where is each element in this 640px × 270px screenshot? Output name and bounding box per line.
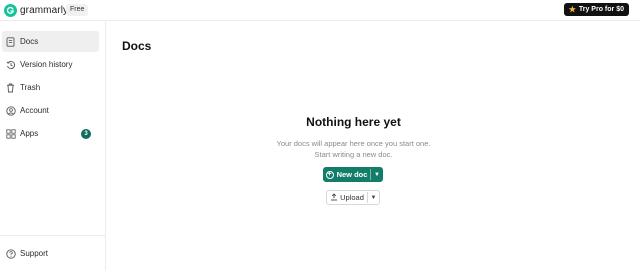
sidebar-item-support[interactable]: Support (2, 243, 99, 264)
document-icon (5, 36, 16, 47)
chevron-down-icon: ▼ (370, 194, 377, 201)
new-doc-button-group: + New doc ▼ (323, 167, 383, 182)
grammarly-logo-icon[interactable] (4, 4, 17, 17)
chevron-down-icon: ▼ (374, 171, 380, 178)
sidebar-item-label: Version history (20, 60, 73, 69)
top-bar: grammarly Free ★ Try Pro for $0 (0, 0, 640, 21)
sidebar-item-docs[interactable]: Docs (2, 31, 99, 52)
sidebar-item-trash[interactable]: Trash (2, 77, 99, 98)
sidebar-item-account[interactable]: Account (2, 100, 99, 121)
upload-button[interactable]: Upload (327, 191, 367, 204)
plan-badge: Free (66, 4, 89, 16)
apps-count-badge: 3 (81, 129, 91, 139)
new-doc-label: New doc (336, 170, 368, 179)
upload-icon (330, 192, 338, 203)
upload-label: Upload (340, 193, 364, 202)
sidebar-item-apps[interactable]: Apps 3 (2, 123, 99, 144)
sidebar-divider (0, 235, 106, 236)
apps-icon (5, 128, 16, 139)
new-doc-button[interactable]: + New doc (323, 167, 370, 182)
history-icon (5, 59, 16, 70)
sidebar-item-label: Support (20, 249, 49, 258)
upload-button-group: Upload ▼ (326, 190, 380, 205)
sidebar: Docs Version history Trash Account Apps … (0, 21, 106, 270)
plus-icon: + (325, 170, 334, 179)
sidebar-item-label: Apps (20, 129, 39, 138)
empty-state-description: Your docs will appear here once you star… (276, 139, 431, 148)
main-content: Docs Nothing here yet Your docs will app… (107, 21, 640, 270)
upload-dropdown-button[interactable]: ▼ (368, 191, 379, 204)
account-icon (5, 105, 16, 116)
sidebar-item-label: Trash (20, 83, 41, 92)
brand-name: grammarly (20, 5, 69, 16)
try-pro-button[interactable]: ★ Try Pro for $0 (563, 3, 629, 16)
try-pro-label: Try Pro for $0 (578, 6, 624, 13)
sidebar-item-label: Docs (20, 37, 39, 46)
page-title: Docs (122, 39, 152, 53)
star-icon: ★ (568, 5, 576, 14)
empty-state-hint: Start writing a new doc. (314, 150, 393, 159)
sidebar-item-label: Account (20, 106, 49, 115)
new-doc-dropdown-button[interactable]: ▼ (371, 167, 383, 182)
trash-icon (5, 82, 16, 93)
sidebar-item-version-history[interactable]: Version history (2, 54, 99, 75)
support-icon (5, 248, 16, 259)
empty-state-title: Nothing here yet (306, 115, 401, 129)
